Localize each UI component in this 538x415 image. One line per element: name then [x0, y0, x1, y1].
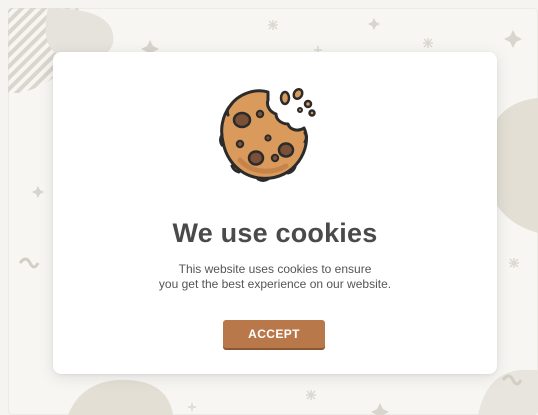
dialog-title: We use cookies: [172, 218, 378, 248]
cookie-icon: [219, 87, 316, 182]
dialog-message-line-1: This website uses cookies to ensure: [178, 262, 372, 276]
dialog-message-line-2: you get the best experience on our websi…: [158, 277, 392, 291]
dialog-message: This website uses cookies to ensure you …: [53, 262, 497, 292]
accept-button[interactable]: ACCEPT: [223, 320, 325, 348]
